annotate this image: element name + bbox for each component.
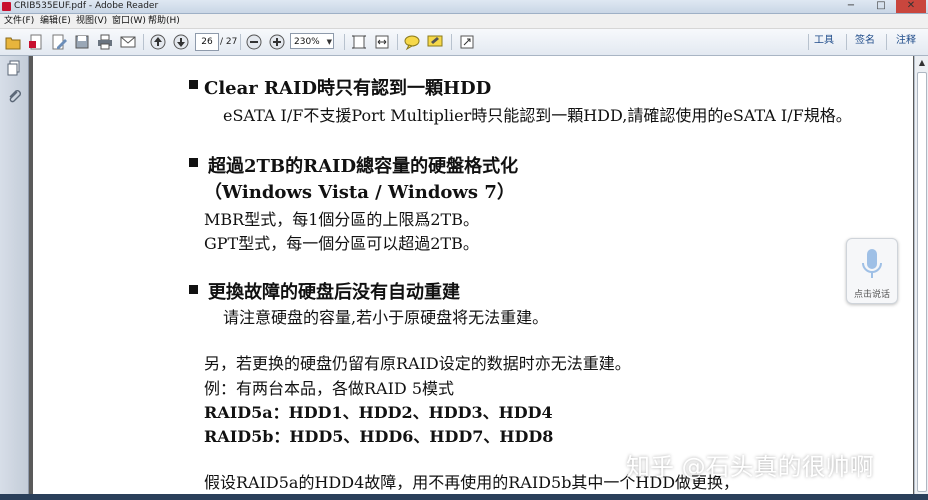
document-viewport[interactable]: Clear RAID時只有認到一顆HDD eSATA I/F不支援Port Mu…: [29, 56, 914, 500]
microphone-icon: [862, 249, 882, 278]
open-icon[interactable]: [4, 33, 22, 51]
toolbar-divider: [143, 34, 144, 50]
body-text: 请注意硬盘的容量,若小于原硬盘将无法重建。: [223, 308, 549, 327]
menu-window[interactable]: 窗口(W): [112, 14, 146, 28]
expand-icon[interactable]: [458, 33, 476, 51]
bold-text: RAID5b：HDD5、HDD6、HDD7、HDD8: [204, 427, 554, 446]
save-icon[interactable]: [73, 33, 91, 51]
toolbar-divider: [240, 34, 241, 50]
page-number-input[interactable]: 26: [195, 33, 219, 51]
fit-width-icon[interactable]: [373, 33, 391, 51]
body-text: 另，若更换的硬盘仍留有原RAID设定的数据时亦无法重建。: [204, 354, 631, 373]
bullet-square: [189, 80, 198, 89]
menu-view[interactable]: 视图(V): [76, 14, 107, 28]
minimize-button[interactable]: −: [836, 0, 866, 13]
title-bar: CRIB535EUF.pdf - Adobe Reader − □ ✕: [0, 0, 928, 14]
comment-button[interactable]: 注释: [896, 34, 916, 48]
create-pdf-icon[interactable]: [27, 33, 45, 51]
zoom-value: 230%: [294, 37, 320, 47]
body-text: 例：有两台本品，各做RAID 5模式: [204, 379, 455, 398]
scrollbar-thumb[interactable]: [917, 72, 927, 492]
toolbar-divider: [808, 34, 809, 50]
adobe-reader-icon: [2, 2, 11, 11]
body-text: eSATA I/F不支援Port Multiplier時只能認到一顆HDD,請確…: [223, 106, 852, 125]
taskbar: [0, 494, 928, 500]
page-total: / 27: [220, 37, 238, 47]
next-page-icon[interactable]: [172, 33, 190, 51]
comment-icon[interactable]: [403, 33, 421, 51]
toolbar-divider: [397, 34, 398, 50]
tools-button[interactable]: 工具: [814, 34, 834, 48]
fit-page-icon[interactable]: [350, 33, 368, 51]
email-icon[interactable]: [119, 33, 137, 51]
sign-button[interactable]: 签名: [855, 34, 875, 48]
window-title: CRIB535EUF.pdf - Adobe Reader: [14, 1, 159, 11]
section-heading: Clear RAID時只有認到一顆HDD: [204, 78, 492, 99]
body-text: GPT型式，每一個分區可以超過2TB。: [204, 234, 479, 253]
maximize-button[interactable]: □: [866, 0, 896, 13]
bullet-square: [189, 285, 198, 294]
voice-input-widget[interactable]: 点击说话: [846, 238, 898, 304]
menu-edit[interactable]: 编辑(E): [40, 14, 71, 28]
section-subheading: （Windows Vista / Windows 7）: [204, 182, 515, 203]
menu-file[interactable]: 文件(F): [4, 14, 34, 28]
navigation-panel: [0, 56, 29, 500]
zoom-out-icon[interactable]: [245, 33, 263, 51]
toolbar-divider: [886, 34, 887, 50]
attachment-icon[interactable]: [6, 88, 22, 104]
toolbar-divider: [451, 34, 452, 50]
previous-page-icon[interactable]: [149, 33, 167, 51]
close-button[interactable]: ✕: [896, 0, 926, 13]
page-thumbnails-icon[interactable]: [6, 60, 22, 76]
zoom-select[interactable]: 230% ▼: [290, 33, 334, 49]
bold-text: RAID5a：HDD1、HDD2、HDD3、HDD4: [204, 403, 553, 422]
voice-input-label: 点击说话: [853, 290, 890, 300]
highlight-icon[interactable]: [426, 33, 444, 51]
zoom-in-icon[interactable]: [268, 33, 286, 51]
toolbar: [0, 29, 928, 56]
menu-help[interactable]: 帮助(H): [148, 14, 180, 28]
edit-icon[interactable]: [50, 33, 68, 51]
chevron-down-icon: ▼: [326, 38, 332, 46]
toolbar-divider: [846, 34, 847, 50]
body-text: MBR型式，每1個分區的上限爲2TB。: [204, 210, 479, 229]
print-icon[interactable]: [96, 33, 114, 51]
toolbar-divider: [344, 34, 345, 50]
watermark: 知乎 @石头真的很帅啊: [626, 453, 874, 481]
section-heading: 更換故障的硬盘后没有自动重建: [208, 282, 460, 303]
vertical-scrollbar[interactable]: ▲: [914, 56, 928, 500]
bullet-square: [189, 158, 198, 167]
pdf-page: Clear RAID時只有認到一顆HDD eSATA I/F不支援Port Mu…: [33, 56, 913, 500]
scroll-up-arrow-icon[interactable]: ▲: [915, 56, 928, 69]
menu-bar: 文件(F) 编辑(E) 视图(V) 窗口(W) 帮助(H): [0, 14, 928, 29]
section-heading: 超過2TB的RAID總容量的硬盤格式化: [208, 156, 519, 177]
